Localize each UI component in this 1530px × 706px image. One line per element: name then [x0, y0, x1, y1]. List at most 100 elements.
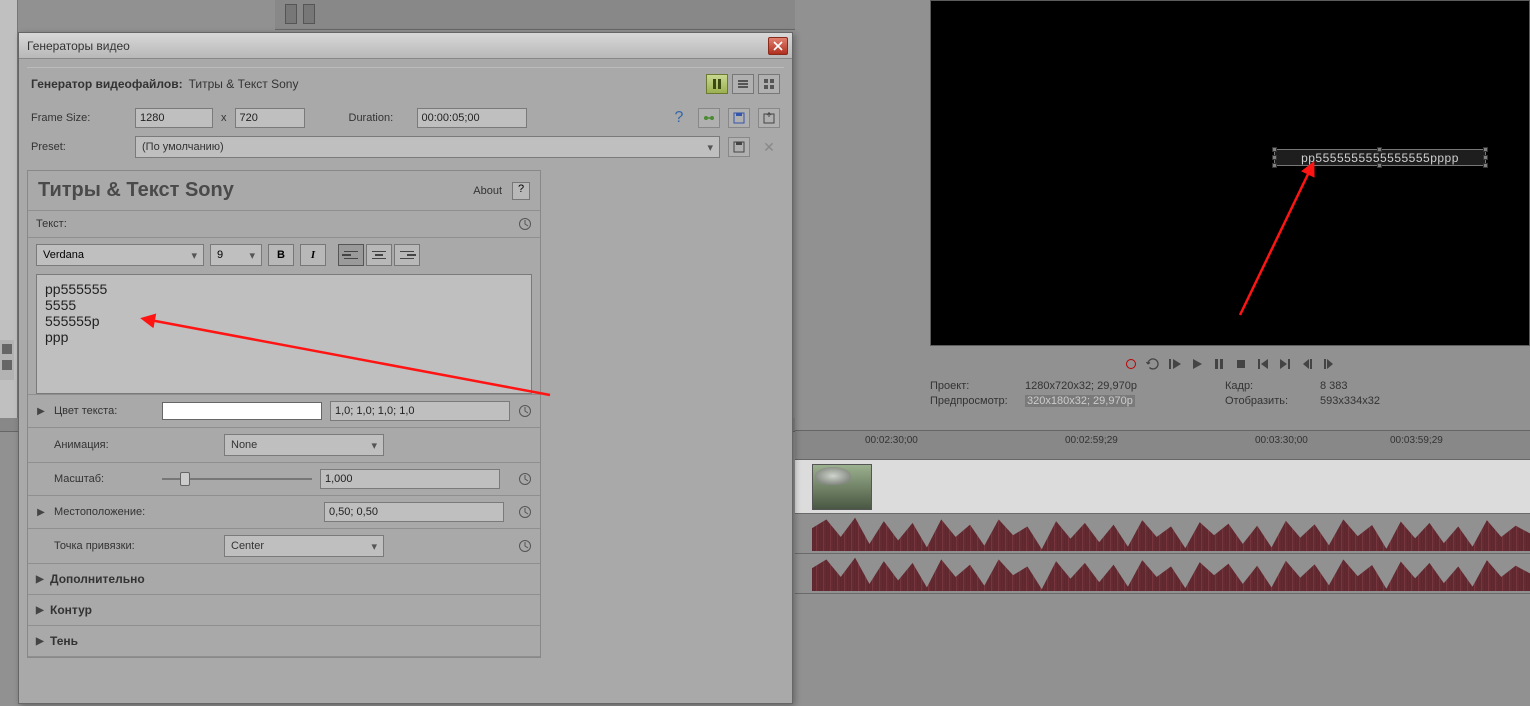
- project-value: 1280x720x32; 29,970p: [1025, 380, 1225, 392]
- play-from-start-button[interactable]: [1167, 356, 1183, 372]
- close-button[interactable]: [768, 37, 788, 55]
- position-value[interactable]: [324, 502, 504, 522]
- titles-text-panel: Титры & Текст Sony About ? Текст: Verdan…: [27, 170, 541, 658]
- video-preview[interactable]: pp5555555555555555pppp: [930, 0, 1530, 346]
- text-color-row: ▶ Цвет текста:: [28, 394, 540, 427]
- frame-width-input[interactable]: [135, 108, 213, 128]
- save-preset-button[interactable]: [728, 108, 750, 128]
- clip-thumbnail[interactable]: [812, 464, 872, 510]
- preview-info: Проект: 1280x720x32; 29,970p Кадр: 8 383…: [930, 380, 1420, 407]
- video-generators-dialog: Генераторы видео Генератор видеофайлов: …: [18, 32, 793, 704]
- preset-select[interactable]: (По умолчанию): [135, 136, 720, 158]
- expand-icon[interactable]: ▶: [36, 406, 46, 417]
- keyframe-icon[interactable]: [518, 472, 532, 486]
- generator-value: Титры & Текст Sony: [189, 77, 299, 91]
- align-left-button[interactable]: [338, 244, 364, 266]
- play-button[interactable]: [1189, 356, 1205, 372]
- keyframe-icon[interactable]: [518, 217, 532, 231]
- panel-title: Титры & Текст Sony: [38, 179, 473, 202]
- help-button[interactable]: ?: [668, 108, 690, 128]
- anchor-select[interactable]: Center: [224, 535, 384, 557]
- ruler-time: 00:03:59;29: [1390, 435, 1443, 446]
- tab-stub[interactable]: [303, 4, 315, 24]
- go-end-button[interactable]: [1277, 356, 1293, 372]
- format-toolbar: Verdana 9 B I: [28, 238, 540, 272]
- text-input[interactable]: pp555555 5555 555555p ppp: [36, 274, 532, 394]
- display-value: 593x334x32: [1320, 395, 1420, 407]
- italic-button[interactable]: I: [300, 244, 326, 266]
- preview-value: 320x180x32; 29,970p: [1025, 395, 1135, 407]
- scale-slider[interactable]: [162, 470, 312, 488]
- waveform: [812, 556, 1530, 591]
- text-section-header: Текст:: [28, 211, 540, 238]
- audio-track-1[interactable]: [795, 514, 1530, 554]
- display-label: Отобразить:: [1225, 395, 1320, 407]
- go-start-button[interactable]: [1255, 356, 1271, 372]
- ruler-time: 00:03:30;00: [1255, 435, 1308, 446]
- keyframe-icon[interactable]: [518, 404, 532, 418]
- timeline-ruler[interactable]: 00:02:30;00 00:02:59;29 00:03:30;00 00:0…: [795, 430, 1530, 460]
- frame-height-input[interactable]: [235, 108, 305, 128]
- preset-label: Preset:: [31, 141, 127, 153]
- ruler-time: 00:02:30;00: [865, 435, 918, 446]
- dialog-titlebar[interactable]: Генераторы видео: [19, 33, 792, 59]
- text-color-value[interactable]: [330, 401, 510, 421]
- frame-label: Кадр:: [1225, 380, 1320, 392]
- duration-label: Duration:: [349, 112, 409, 124]
- plugin-chain-button[interactable]: [698, 108, 720, 128]
- timeline: 00:02:30;00 00:02:59;29 00:03:30;00 00:0…: [795, 430, 1530, 706]
- align-center-button[interactable]: [366, 244, 392, 266]
- align-right-button[interactable]: [394, 244, 420, 266]
- audio-track-2[interactable]: [795, 554, 1530, 594]
- preset-row: Preset: (По умолчанию) ✕: [27, 132, 784, 162]
- record-button[interactable]: [1123, 356, 1139, 372]
- export-button[interactable]: [758, 108, 780, 128]
- project-label: Проект:: [930, 380, 1025, 392]
- about-link[interactable]: About: [473, 185, 502, 197]
- frame-size-label: Frame Size:: [31, 112, 127, 124]
- preview-label: Предпросмотр:: [930, 395, 1025, 407]
- next-frame-button[interactable]: [1321, 356, 1337, 372]
- stop-button[interactable]: [1233, 356, 1249, 372]
- position-row: ▶ Местоположение:: [28, 495, 540, 528]
- title-overlay[interactable]: pp5555555555555555pppp: [1274, 149, 1486, 166]
- scale-row: Масштаб:: [28, 462, 540, 495]
- save-preset-icon[interactable]: [728, 137, 750, 157]
- side-toolbar-fragment: [0, 340, 14, 380]
- dialog-title: Генераторы видео: [27, 39, 130, 53]
- advanced-section[interactable]: ▶Дополнительно: [28, 563, 540, 594]
- anchor-row: Точка привязки: Center: [28, 528, 540, 563]
- expand-icon[interactable]: ▶: [36, 507, 46, 518]
- duration-input[interactable]: [417, 108, 527, 128]
- frame-value: 8 383: [1320, 380, 1420, 392]
- view-mode-2-button[interactable]: [732, 74, 754, 94]
- animation-select[interactable]: None: [224, 434, 384, 456]
- ruler-time: 00:02:59;29: [1065, 435, 1118, 446]
- generator-row: Генератор видеофайлов: Титры & Текст Son…: [27, 67, 784, 104]
- waveform: [812, 516, 1530, 551]
- bold-button[interactable]: B: [268, 244, 294, 266]
- frame-size-row: Frame Size: x Duration: ?: [27, 104, 784, 132]
- panel-help-button[interactable]: ?: [512, 182, 530, 200]
- animation-row: Анимация: None: [28, 427, 540, 462]
- position-label: Местоположение:: [54, 506, 316, 518]
- scale-value[interactable]: [320, 469, 500, 489]
- video-track[interactable]: [795, 460, 1530, 514]
- top-toolbar-fragment: [275, 0, 795, 30]
- font-size-select[interactable]: 9: [210, 244, 262, 266]
- view-mode-1-button[interactable]: [706, 74, 728, 94]
- text-color-swatch[interactable]: [162, 402, 322, 420]
- pause-button[interactable]: [1211, 356, 1227, 372]
- transport-controls: [930, 352, 1530, 376]
- tab-stub[interactable]: [285, 4, 297, 24]
- font-select[interactable]: Verdana: [36, 244, 204, 266]
- delete-preset-button[interactable]: ✕: [758, 137, 780, 157]
- shadow-section[interactable]: ▶Тень: [28, 625, 540, 657]
- generator-label: Генератор видеофайлов:: [31, 77, 183, 91]
- keyframe-icon[interactable]: [518, 539, 532, 553]
- loop-button[interactable]: [1145, 356, 1161, 372]
- prev-frame-button[interactable]: [1299, 356, 1315, 372]
- outline-section[interactable]: ▶Контур: [28, 594, 540, 625]
- view-mode-3-button[interactable]: [758, 74, 780, 94]
- keyframe-icon[interactable]: [518, 505, 532, 519]
